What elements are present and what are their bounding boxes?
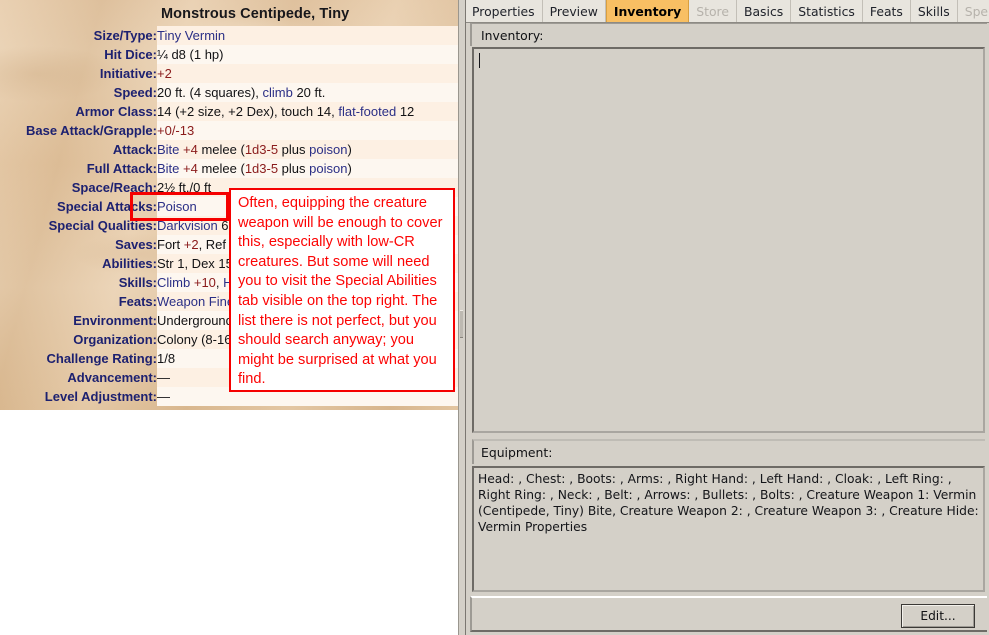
statblock-value: ¼ d8 (1 hp) — [157, 45, 458, 64]
statblock-text: 2½ ft./0 ft — [157, 180, 212, 195]
statblock-label: Initiative: — [99, 66, 157, 81]
statblock-text: 1/8 — [157, 351, 176, 366]
statblock-label: Special Qualities: — [48, 218, 157, 233]
statblock-link[interactable]: Climb — [157, 275, 190, 290]
statblock-text: plus — [278, 161, 310, 176]
statblock-value: Bite +4 melee (1d3-5 plus poison) — [157, 140, 458, 159]
statblock-text: — — [157, 370, 170, 385]
statblock-text: melee ( — [197, 161, 245, 176]
statblock-label: Saves: — [115, 237, 157, 252]
statblock-text: +4 — [179, 161, 198, 176]
inventory-label: Inventory: — [481, 27, 544, 43]
statblock-label: Armor Class: — [75, 104, 157, 119]
statblock-link[interactable]: poison — [309, 142, 347, 157]
statblock-label: Space/Reach: — [71, 180, 157, 195]
statblock-link[interactable]: Bite — [157, 161, 179, 176]
statblock-label: Attack: — [112, 142, 157, 157]
statblock-label: Abilities: — [102, 256, 157, 271]
statblock-value: Bite +4 melee (1d3-5 plus poison) — [157, 159, 458, 178]
statblock-label: Advancement: — [67, 370, 157, 385]
statblock-value: 20 ft. (4 squares), climb 20 ft. — [157, 83, 458, 102]
statblock-row: Hit Dice: ¼ d8 (1 hp) — [0, 45, 458, 64]
statblock-label: Size/Type: — [93, 28, 157, 43]
statblock-row: Armor Class: 14 (+2 size, +2 Dex), touch … — [0, 102, 458, 121]
statblock-label: Hit Dice: — [104, 47, 157, 62]
statblock-text: Underground — [157, 313, 233, 328]
statblock-label: Base Attack/Grapple: — [25, 123, 157, 138]
panel-splitter[interactable] — [458, 0, 466, 635]
tab-store: Store — [689, 0, 737, 22]
editor-panel: Properties Preview Inventory Store Basics Sta… — [465, 0, 989, 635]
tab-spells: Spells — [958, 0, 989, 22]
tab-feats[interactable]: Feats — [863, 0, 911, 22]
equipment-textbox[interactable]: Head: , Chest: , Boots: , Arms: , Right … — [472, 466, 985, 592]
tab-statistics[interactable]: Statistics — [791, 0, 863, 22]
page-title: Monstrous Centipede, Tiny — [161, 6, 350, 22]
statblock-text: — — [157, 389, 170, 404]
statblock-text: 14 (+2 size, +2 Dex), touch 14, — [157, 104, 339, 119]
statblock-link[interactable]: Darkvision — [157, 218, 218, 233]
inventory-listbox[interactable] — [472, 47, 985, 433]
splitter-grip[interactable] — [460, 310, 463, 338]
annotation-callout: Often, equipping the creature weapon wil… — [229, 188, 455, 392]
statblock-row: Base Attack/Grapple: +0/-13 — [0, 121, 458, 140]
statblock-label: Feats: — [118, 294, 157, 309]
statblock-text: +10 — [190, 275, 216, 290]
statblock-row: Attack: Bite +4 melee (1d3-5 plus poison) — [0, 140, 458, 159]
statblock-text: 20 ft. (4 squares), — [157, 85, 263, 100]
statblock-link[interactable]: climb — [263, 85, 293, 100]
inventory-label-band: Inventory: — [470, 23, 987, 46]
statblock-text: melee ( — [197, 142, 245, 157]
statblock-text: 20 ft. — [292, 85, 326, 100]
equipment-label: Equipment: — [481, 445, 553, 460]
statblock-label: Challenge Rating: — [46, 351, 157, 366]
statblock-value: 14 (+2 size, +2 Dex), touch 14, flat-foo… — [157, 102, 458, 121]
statblock-label: Environment: — [73, 313, 157, 328]
statblock-row: Size/Type: Tiny Vermin — [0, 26, 458, 45]
statblock-label: Organization: — [73, 332, 157, 347]
statblock-value: +2 — [157, 64, 458, 83]
statblock-text: +4 — [179, 142, 198, 157]
statblock-text: Fort — [157, 237, 184, 252]
statblock-label: Special Attacks: — [57, 199, 157, 214]
statblock-text: 1d3-5 — [244, 161, 279, 176]
statblock-text: , Ref — [198, 237, 230, 252]
tab-strip: Properties Preview Inventory Store Basics Sta… — [465, 0, 989, 23]
statblock-link[interactable]: Bite — [157, 142, 179, 157]
statblock-row: Initiative: +2 — [0, 64, 458, 83]
statblock-text: 12 — [396, 104, 415, 119]
statblock-text: +2 — [157, 66, 172, 81]
edit-button[interactable]: Edit... — [901, 604, 975, 628]
statblock-value: +0/-13 — [157, 121, 458, 140]
text-caret — [479, 53, 480, 68]
statblock-label: Full Attack: — [86, 161, 157, 176]
statblock-text: ¼ d8 (1 hp) — [157, 47, 224, 62]
statblock-text: 1d3-5 — [244, 142, 279, 157]
statblock-text: +0/-13 — [157, 123, 195, 138]
equipment-text: Head: , Chest: , Boots: , Arms: , Right … — [478, 472, 979, 534]
statblock-text: plus — [278, 142, 310, 157]
tab-preview[interactable]: Preview — [543, 0, 606, 22]
tab-properties[interactable]: Properties — [465, 0, 543, 22]
tab-skills[interactable]: Skills — [911, 0, 958, 22]
equipment-label-band: Equipment: — [472, 439, 985, 464]
statblock-link[interactable]: Poison — [157, 199, 197, 214]
statblock-label: Level Adjustment: — [44, 389, 157, 404]
statblock-text: ) — [347, 161, 352, 176]
tab-inventory[interactable]: Inventory — [605, 0, 690, 22]
statblock-text: ) — [347, 142, 352, 157]
statblock-label: Skills: — [118, 275, 157, 290]
statblock-value: Tiny Vermin — [157, 26, 458, 45]
statblock-link[interactable]: poison — [309, 161, 347, 176]
statblock-row: Full Attack: Bite +4 melee (1d3-5 plus po… — [0, 159, 458, 178]
statblock-link[interactable]: flat-footed — [338, 104, 396, 119]
tab-basics[interactable]: Basics — [737, 0, 792, 22]
statblock-row: Speed: 20 ft. (4 squares), climb 20 ft. — [0, 83, 458, 102]
statblock-label: Speed: — [113, 85, 157, 100]
button-bar: Edit... — [470, 596, 987, 632]
statblock-link[interactable]: Tiny Vermin — [157, 28, 225, 43]
annotation-text: Often, equipping the creature weapon wil… — [238, 195, 443, 388]
statblock-text: +2 — [183, 237, 199, 252]
